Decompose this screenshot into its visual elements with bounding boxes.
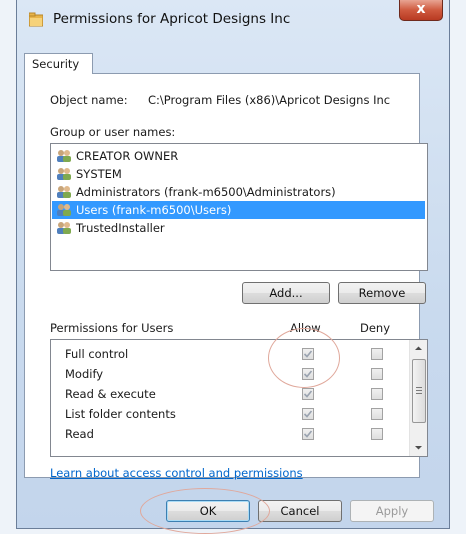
- user-name: Users (frank-m6500\Users): [76, 203, 232, 217]
- permission-row: Read & execute: [51, 384, 406, 404]
- permissions-list: Full control Modify Read & execute List …: [50, 339, 428, 457]
- allow-checkbox[interactable]: [302, 428, 314, 440]
- allow-header: Allow: [290, 321, 321, 335]
- user-list[interactable]: CREATOR OWNER SYSTEM Administrators (fra…: [50, 143, 428, 271]
- deny-checkbox[interactable]: [371, 408, 383, 420]
- list-item[interactable]: SYSTEM: [52, 165, 425, 183]
- permission-name: Full control: [65, 347, 129, 361]
- deny-checkbox[interactable]: [371, 388, 383, 400]
- deny-checkbox[interactable]: [371, 428, 383, 440]
- folder-icon: [29, 12, 43, 27]
- permission-name: Read: [65, 427, 94, 441]
- user-name: SYSTEM: [76, 167, 122, 181]
- scroll-down-arrow-icon[interactable]: [410, 439, 427, 456]
- user-name: CREATOR OWNER: [76, 149, 179, 163]
- permission-row: Modify: [51, 364, 406, 384]
- object-name-label: Object name:: [50, 93, 128, 107]
- list-item-selected[interactable]: Users (frank-m6500\Users): [52, 201, 425, 219]
- remove-button[interactable]: Remove: [338, 282, 426, 304]
- permission-row: Full control: [51, 344, 406, 364]
- list-item[interactable]: Administrators (frank-m6500\Administrato…: [52, 183, 425, 201]
- scroll-up-arrow-icon[interactable]: [410, 340, 427, 357]
- allow-checkbox[interactable]: [302, 368, 314, 380]
- users-icon: [57, 150, 71, 162]
- permissions-header: Permissions for Users: [50, 321, 174, 335]
- apply-button[interactable]: Apply: [350, 500, 434, 522]
- allow-checkbox[interactable]: [302, 408, 314, 420]
- window-title: Permissions for Apricot Designs Inc: [53, 11, 291, 27]
- title-bar[interactable]: Permissions for Apricot Designs Inc x: [17, 0, 449, 36]
- add-button[interactable]: Add...: [242, 282, 330, 304]
- users-icon: [57, 186, 71, 198]
- access-control-help-link[interactable]: Learn about access control and permissio…: [50, 466, 303, 480]
- deny-checkbox[interactable]: [371, 348, 383, 360]
- user-name: TrustedInstaller: [76, 221, 165, 235]
- allow-checkbox[interactable]: [302, 348, 314, 360]
- ok-button[interactable]: OK: [166, 500, 250, 522]
- permission-name: List folder contents: [65, 407, 176, 421]
- permission-name: Modify: [65, 367, 104, 381]
- user-name: Administrators (frank-m6500\Administrato…: [76, 185, 336, 199]
- list-item[interactable]: TrustedInstaller: [52, 219, 425, 237]
- scrollbar-thumb[interactable]: [412, 359, 426, 423]
- list-item[interactable]: CREATOR OWNER: [52, 147, 425, 165]
- allow-checkbox[interactable]: [302, 388, 314, 400]
- close-button[interactable]: x: [399, 0, 443, 21]
- users-icon: [57, 222, 71, 234]
- permission-row: List folder contents: [51, 404, 406, 424]
- tab-security[interactable]: Security: [24, 53, 93, 74]
- users-icon: [57, 204, 71, 216]
- permission-row: Read: [51, 424, 406, 444]
- deny-header: Deny: [360, 321, 391, 335]
- deny-checkbox[interactable]: [371, 368, 383, 380]
- object-name-value: C:\Program Files (x86)\Apricot Designs I…: [148, 93, 391, 107]
- permissions-scrollbar[interactable]: [409, 340, 427, 456]
- cancel-button[interactable]: Cancel: [258, 500, 342, 522]
- users-icon: [57, 168, 71, 180]
- group-names-label: Group or user names:: [50, 125, 176, 139]
- permission-name: Read & execute: [65, 387, 156, 401]
